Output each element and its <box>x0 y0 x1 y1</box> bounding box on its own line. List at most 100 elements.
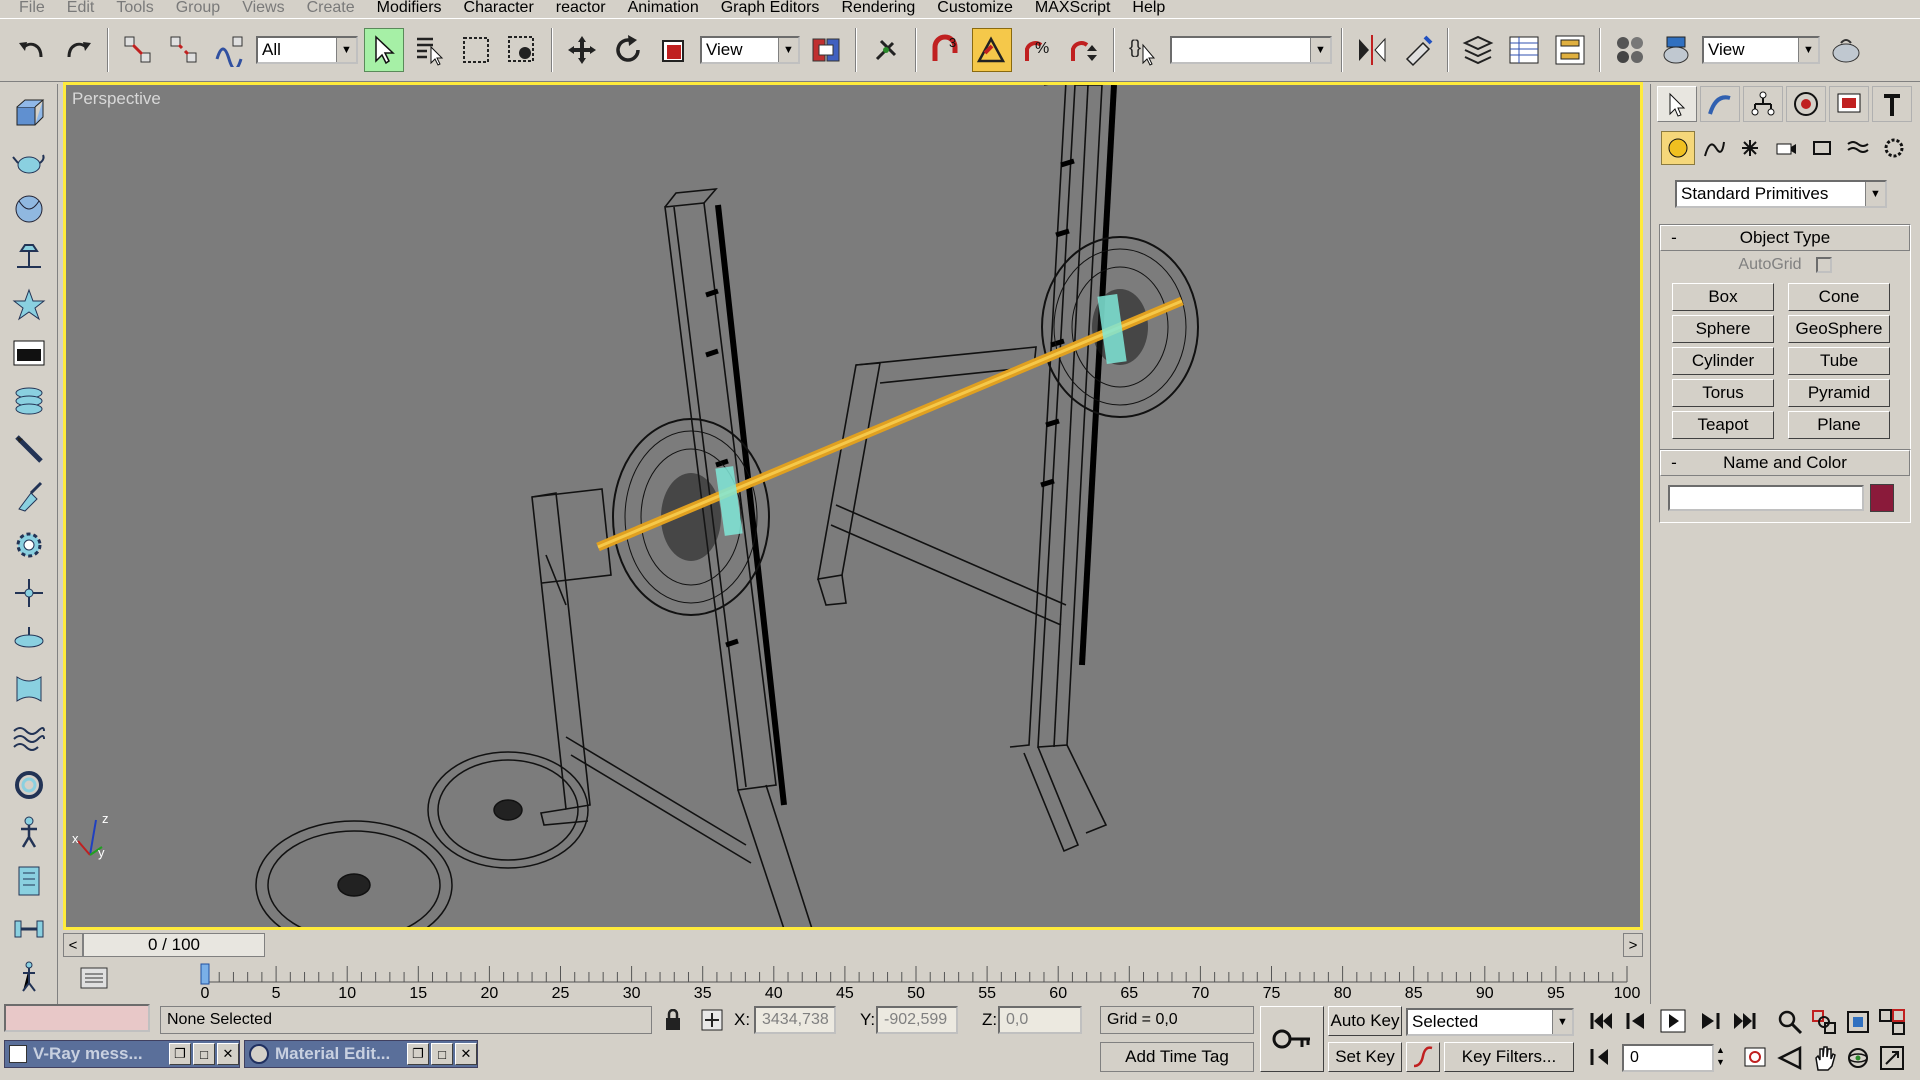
layer-manager-icon[interactable] <box>1458 28 1498 72</box>
menu-item-rendering[interactable]: Rendering <box>830 0 926 16</box>
maximize-viewport-icon[interactable] <box>1878 1044 1906 1077</box>
geometry-icon[interactable] <box>1661 131 1695 165</box>
window-crossing-icon[interactable] <box>502 28 542 72</box>
frame-spinner[interactable]: ▲ ▼ <box>1716 1044 1725 1068</box>
menu-item-modifiers[interactable]: Modifiers <box>366 0 453 16</box>
pivot-icon[interactable] <box>8 572 50 614</box>
menu-item-file[interactable]: File <box>8 0 56 16</box>
go-to-end-icon[interactable] <box>1730 1008 1760 1039</box>
shapes-icon[interactable] <box>1697 131 1731 165</box>
menu-item-views[interactable]: Views <box>231 0 295 16</box>
percent-snap-icon[interactable]: % <box>1018 28 1058 72</box>
plane-button[interactable]: Plane <box>1788 411 1890 439</box>
systems-icon[interactable] <box>1877 131 1911 165</box>
reference-coordinate-dropdown[interactable]: View ▼ <box>700 36 800 64</box>
selection-filter-dropdown[interactable]: All ▼ <box>256 36 358 64</box>
go-to-start-icon[interactable] <box>1586 1008 1616 1039</box>
edit-named-selection-icon[interactable]: {} <box>1124 28 1164 72</box>
spinner-snap-icon[interactable] <box>1064 28 1104 72</box>
key-mode-dropdown[interactable]: Selected ▼ <box>1406 1008 1574 1036</box>
biped-icon[interactable] <box>8 812 50 854</box>
mirror-icon[interactable] <box>1352 28 1392 72</box>
close-window-button[interactable]: ✕ <box>455 1043 477 1065</box>
collapse-icon[interactable]: - <box>1661 228 1687 248</box>
collapse-icon[interactable]: - <box>1661 453 1687 473</box>
lights-icon[interactable] <box>1733 131 1767 165</box>
align-icon[interactable] <box>1398 28 1438 72</box>
material-editor-icon[interactable] <box>1610 28 1650 72</box>
quick-render-icon[interactable] <box>1826 28 1866 72</box>
arc-rotate-icon[interactable] <box>1844 1044 1872 1077</box>
display-tab-icon[interactable] <box>1829 86 1869 122</box>
select-and-rotate-icon[interactable] <box>608 28 648 72</box>
scale-icon[interactable] <box>8 860 50 902</box>
redo-icon[interactable] <box>58 28 98 72</box>
minimized-window-material-editor[interactable]: Material Edit... ❐ □ ✕ <box>244 1040 478 1068</box>
modify-tab-icon[interactable] <box>1700 86 1740 122</box>
helpers-icon[interactable] <box>1805 131 1839 165</box>
cone-button[interactable]: Cone <box>1788 283 1890 311</box>
geosphere-button[interactable]: GeoSphere <box>1788 315 1890 343</box>
cameras-icon[interactable] <box>1769 131 1803 165</box>
z-coordinate-field[interactable]: 0,0 <box>998 1006 1082 1034</box>
zoom-extents-icon[interactable] <box>1844 1008 1872 1041</box>
auto-key-button[interactable]: Auto Key <box>1328 1006 1402 1036</box>
bind-space-warp-icon[interactable] <box>210 28 250 72</box>
menu-item-group[interactable]: Group <box>165 0 231 16</box>
close-window-button[interactable]: ✕ <box>217 1043 239 1065</box>
menu-item-animation[interactable]: Animation <box>617 0 710 16</box>
select-and-scale-icon[interactable] <box>654 28 694 72</box>
space-warps-icon[interactable] <box>1841 131 1875 165</box>
render-view-dropdown[interactable]: View ▼ <box>1702 36 1820 64</box>
menu-item-create[interactable]: Create <box>296 0 366 16</box>
field-of-view-icon[interactable] <box>1776 1044 1804 1077</box>
box-icon[interactable] <box>8 92 50 134</box>
teapot-icon[interactable] <box>8 140 50 182</box>
select-and-move-icon[interactable] <box>562 28 602 72</box>
menu-item-reactor[interactable]: reactor <box>545 0 617 16</box>
torus-button[interactable]: Torus <box>1672 379 1774 407</box>
set-key-button[interactable]: Set Key <box>1328 1042 1402 1072</box>
named-selection-dropdown[interactable]: ▼ <box>1170 36 1332 64</box>
y-coordinate-field[interactable]: -902,599 <box>876 1006 958 1034</box>
object-name-input[interactable] <box>1668 485 1864 511</box>
mini-curve-editor-icon[interactable] <box>77 966 111 990</box>
menu-item-tools[interactable]: Tools <box>105 0 164 16</box>
select-by-name-icon[interactable] <box>410 28 450 72</box>
ring-icon[interactable] <box>8 764 50 806</box>
current-frame-marker[interactable] <box>200 963 210 985</box>
play-icon[interactable] <box>1658 1008 1688 1039</box>
menu-item-maxscript[interactable]: MAXScript <box>1024 0 1122 16</box>
unlink-icon[interactable] <box>164 28 204 72</box>
maximize-window-button[interactable]: □ <box>193 1043 215 1065</box>
object-color-swatch[interactable] <box>1870 484 1894 512</box>
previous-frame-icon[interactable] <box>1622 1008 1652 1039</box>
zoom-all-icon[interactable] <box>1810 1008 1838 1041</box>
undo-icon[interactable] <box>12 28 52 72</box>
minimized-window-vray[interactable]: V-Ray mess... ❐ □ ✕ <box>4 1040 240 1068</box>
menu-item-customize[interactable]: Customize <box>926 0 1024 16</box>
menu-item-edit[interactable]: Edit <box>56 0 106 16</box>
teapot-button[interactable]: Teapot <box>1672 411 1774 439</box>
time-slider[interactable]: < 0 / 100 > <box>63 932 1643 958</box>
name-and-color-header[interactable]: - Name and Color <box>1660 450 1910 476</box>
menu-item-character[interactable]: Character <box>453 0 545 16</box>
time-slider-next-button[interactable]: > <box>1623 933 1643 957</box>
create-tab-icon[interactable] <box>1657 86 1697 122</box>
maxscript-listener-field[interactable] <box>4 1004 150 1032</box>
utilities-tab-icon[interactable] <box>1872 86 1912 122</box>
layers-icon[interactable] <box>8 380 50 422</box>
track-bar-ruler[interactable]: 0 5 10 15 20 25 30 35 40 45 50 55 60 65 70 75 80 85 90 95 10… <box>133 960 1643 1000</box>
menu-item-graph-editors[interactable]: Graph Editors <box>710 0 831 16</box>
sphere-icon[interactable] <box>8 188 50 230</box>
figure-icon[interactable] <box>8 956 50 998</box>
absolute-mode-icon[interactable] <box>700 1006 724 1034</box>
tube-button[interactable]: Tube <box>1788 347 1890 375</box>
time-configuration-icon[interactable] <box>1742 1044 1768 1075</box>
use-pivot-center-icon[interactable] <box>806 28 846 72</box>
key-mode-toggle-icon[interactable] <box>1586 1044 1616 1075</box>
add-time-tag-button[interactable]: Add Time Tag <box>1100 1042 1254 1072</box>
x-coordinate-field[interactable]: 3434,738 <box>754 1006 836 1034</box>
brush-icon[interactable] <box>8 476 50 518</box>
lock-icon[interactable] <box>664 1006 682 1034</box>
